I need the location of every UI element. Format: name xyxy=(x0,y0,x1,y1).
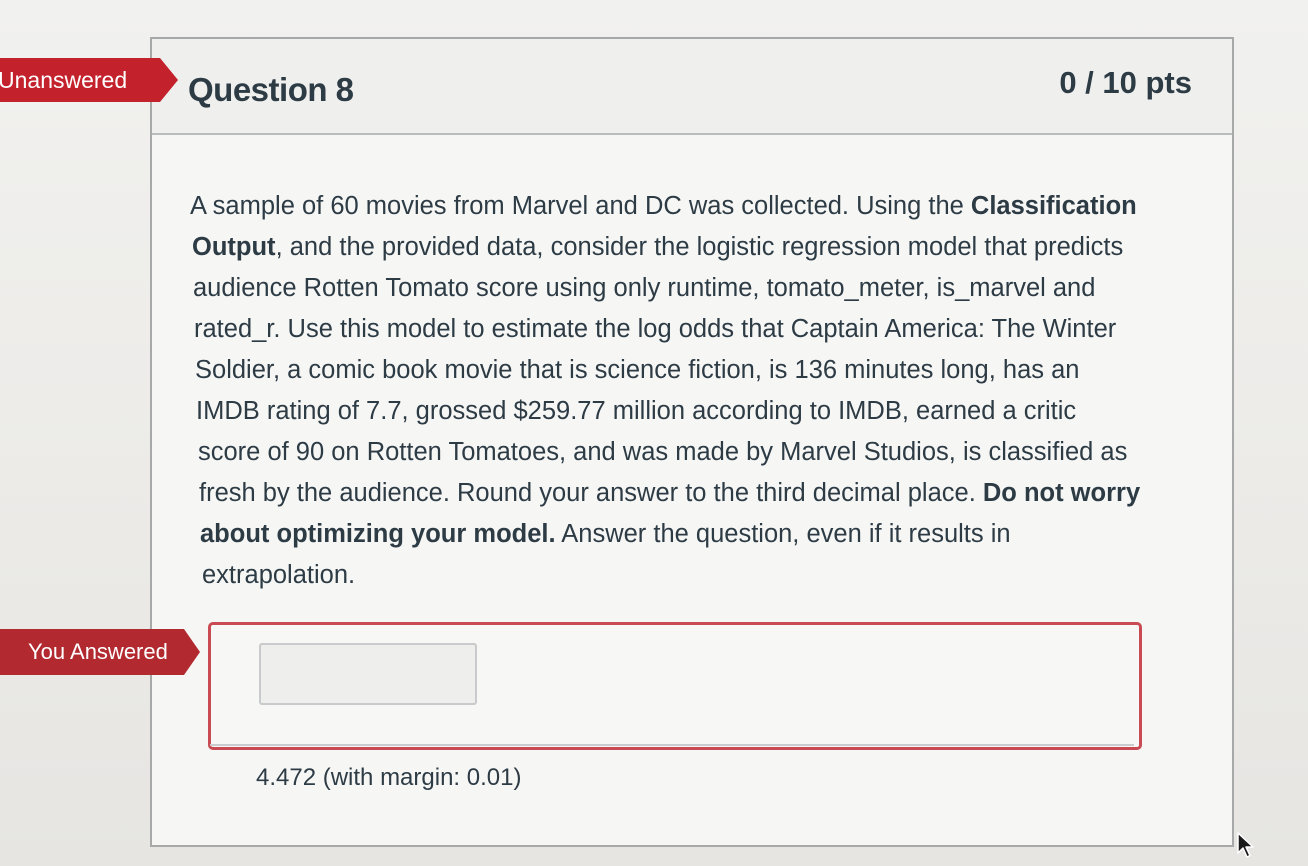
answer-input[interactable] xyxy=(259,643,477,705)
question-line: Output, and the provided data, consider … xyxy=(192,233,1124,261)
answer-divider xyxy=(210,744,1134,746)
unanswered-flag-label: Unanswered xyxy=(0,67,128,93)
question-line: score of 90 on Rotten Tomatoes, and was … xyxy=(198,438,1128,466)
you-answered-flag: You Answered xyxy=(0,629,200,675)
question-line: A sample of 60 movies from Marvel and DC… xyxy=(190,192,1137,220)
question-line: fresh by the audience. Round your answer… xyxy=(199,479,1141,507)
question-header: Question 8 0 / 10 pts xyxy=(152,39,1232,135)
unanswered-flag: Unanswered xyxy=(0,58,178,102)
question-line: about optimizing your model. Answer the … xyxy=(200,520,1011,548)
question-line: IMDB rating of 7.7, grossed $259.77 mill… xyxy=(196,397,1077,425)
question-title: Question 8 xyxy=(188,71,354,108)
question-points: 0 / 10 pts xyxy=(1059,65,1192,100)
question-line: audience Rotten Tomato score using only … xyxy=(193,274,1096,302)
answer-box xyxy=(208,622,1142,750)
pointer-arrow-icon xyxy=(1237,832,1254,858)
question-line: extrapolation. xyxy=(202,561,356,589)
question-line: rated_r. Use this model to estimate the … xyxy=(194,315,1117,343)
question-line: Soldier, a comic book movie that is scie… xyxy=(195,356,1080,384)
question-text: A sample of 60 movies from Marvel and DC… xyxy=(190,186,1190,596)
correct-answer: 4.472 (with margin: 0.01) xyxy=(256,764,522,791)
